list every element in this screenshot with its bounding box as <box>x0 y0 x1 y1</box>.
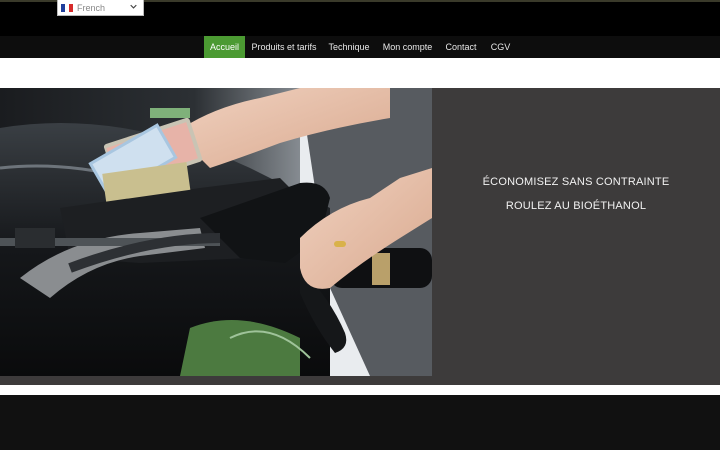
nav-item-mon-compte[interactable]: Mon compte <box>380 36 435 58</box>
main-navigation: Accueil Produits et tarifs Technique Mon… <box>0 36 720 58</box>
nav-item-produits-et-tarifs[interactable]: Produits et tarifs <box>250 36 318 58</box>
chevron-down-icon <box>130 3 137 12</box>
nav-item-technique[interactable]: Technique <box>325 36 373 58</box>
nav-item-contact[interactable]: Contact <box>443 36 479 58</box>
france-flag-icon <box>61 3 73 12</box>
hero-headline: ÉCONOMISEZ SANS CONTRAINTE <box>482 176 670 188</box>
hero-subheadline: ROULEZ AU BIOÉTHANOL <box>505 200 647 212</box>
nav-item-cgv[interactable]: CGV <box>488 36 513 58</box>
footer-section <box>0 395 720 450</box>
nav-item-accueil[interactable]: Accueil <box>204 36 245 58</box>
hero-photo-fuel-pump: 10 <box>0 88 432 376</box>
language-selector[interactable]: French <box>57 0 144 16</box>
language-label: French <box>77 2 106 13</box>
